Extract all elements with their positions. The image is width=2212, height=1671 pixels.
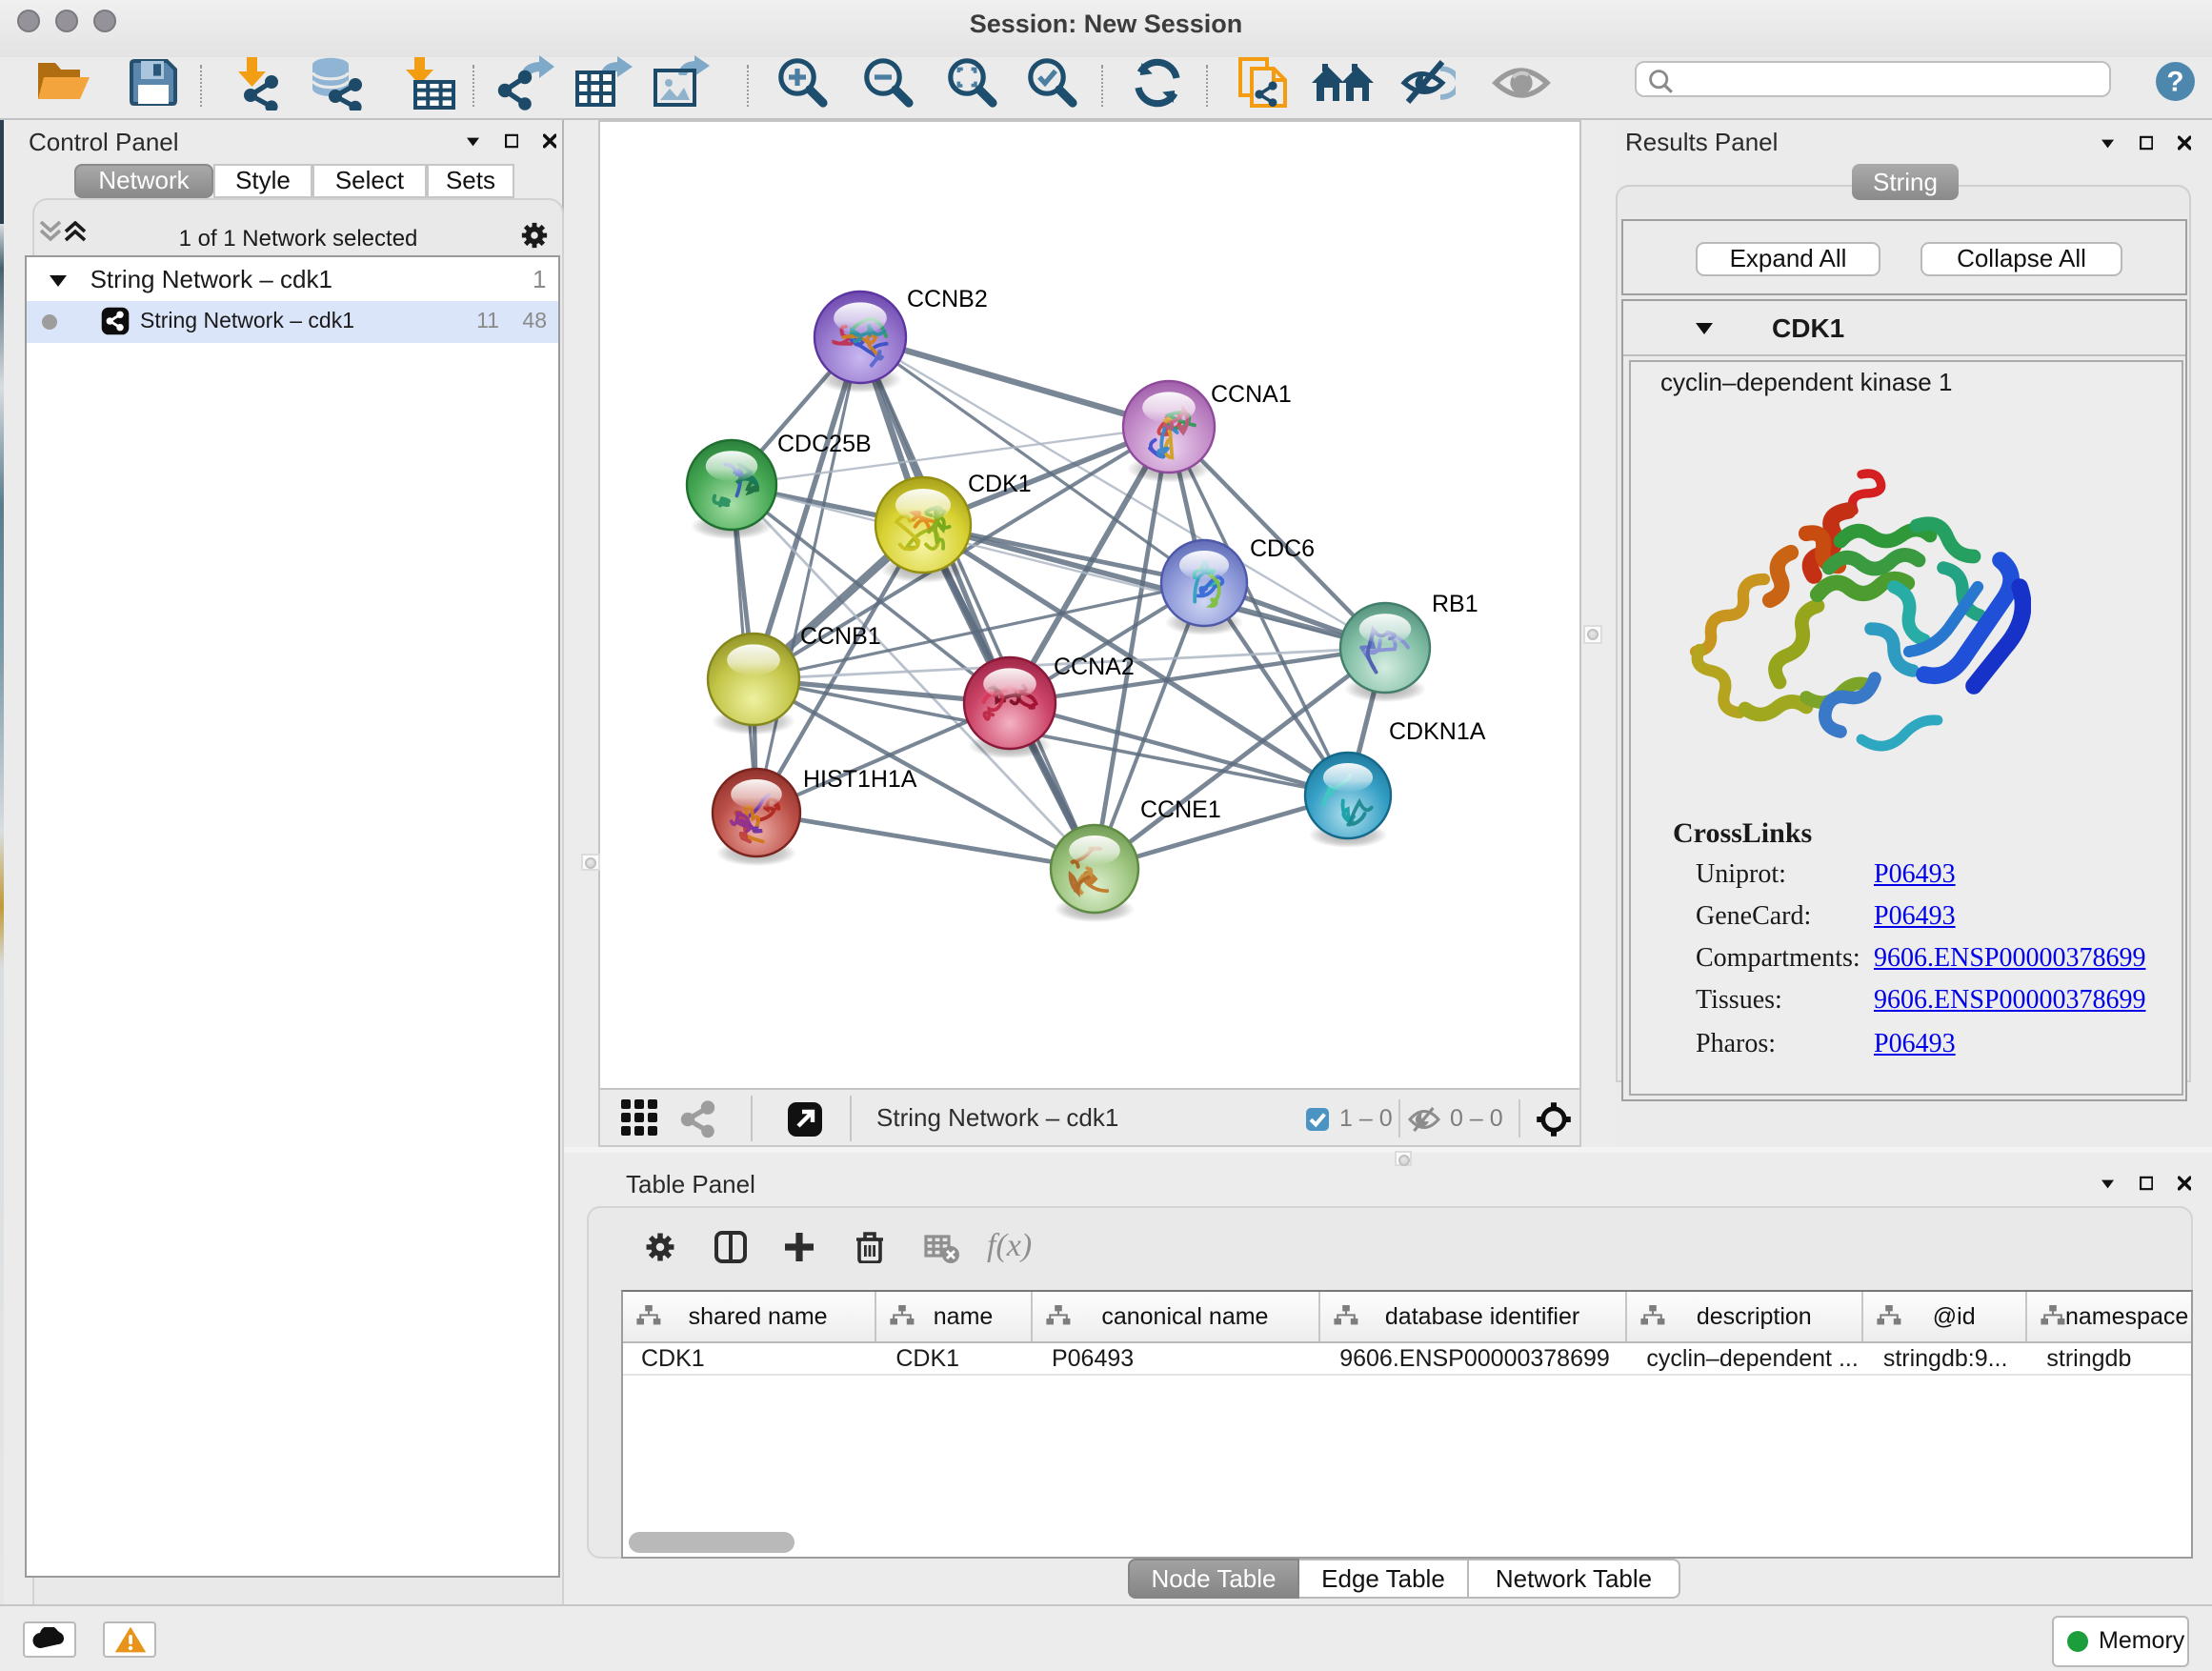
svg-text:CDC25B: CDC25B <box>777 431 872 457</box>
svg-text:RB1: RB1 <box>1432 591 1478 617</box>
svg-text:?: ? <box>2167 67 2184 98</box>
svg-text:CDK1: CDK1 <box>968 471 1032 497</box>
svg-text:CDC6: CDC6 <box>1250 535 1315 562</box>
svg-text:CCNE1: CCNE1 <box>1140 796 1221 823</box>
svg-text:HIST1H1A: HIST1H1A <box>803 766 917 793</box>
svg-text:CCNA1: CCNA1 <box>1211 381 1292 408</box>
svg-text:CCNB1: CCNB1 <box>800 623 881 650</box>
svg-text:CCNA2: CCNA2 <box>1054 654 1135 680</box>
svg-text:CCNB2: CCNB2 <box>907 286 988 312</box>
svg-text:CDKN1A: CDKN1A <box>1389 718 1486 745</box>
